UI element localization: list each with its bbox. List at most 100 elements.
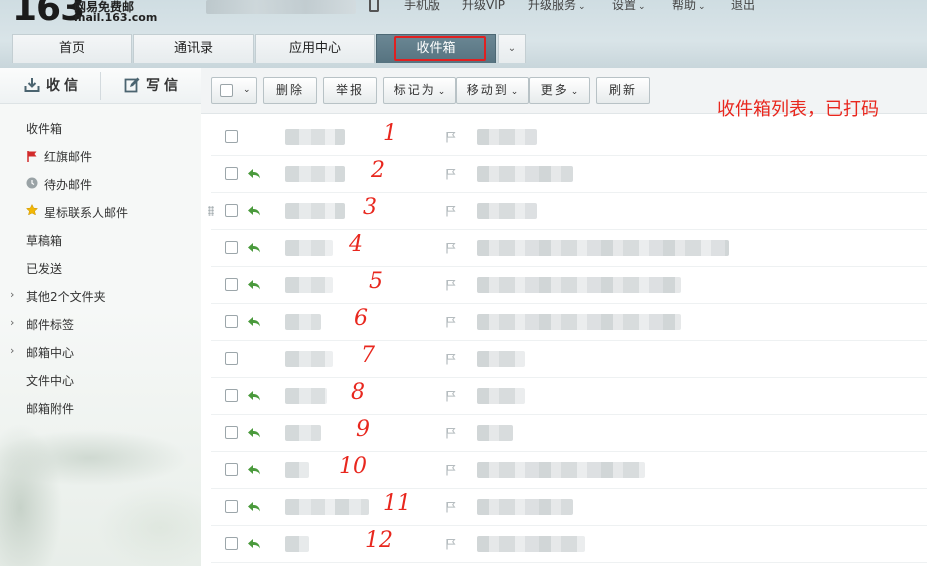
mail-checkbox[interactable] [225, 130, 238, 143]
mail-checkbox[interactable] [225, 537, 238, 550]
subject-redacted[interactable] [477, 425, 513, 441]
flag-outline-icon[interactable] [445, 131, 457, 143]
topnav-upgrade-vip[interactable]: 升级VIP [462, 0, 505, 13]
mail-checkbox[interactable] [225, 315, 238, 328]
chevron-right-icon[interactable]: › [10, 288, 14, 301]
mail-row[interactable]: 6 [211, 304, 927, 341]
tab-home[interactable]: 首页 [12, 34, 132, 63]
mail-checkbox[interactable] [225, 389, 238, 402]
subject-redacted[interactable] [477, 462, 645, 478]
mail-checkbox[interactable] [225, 500, 238, 513]
mark-as-dropdown[interactable]: 标记为 ⌄ [383, 77, 456, 104]
mail-row[interactable]: 12 [211, 526, 927, 563]
mail-checkbox[interactable] [225, 352, 238, 365]
mail-row[interactable]: 2 [211, 156, 927, 193]
mobile-phone-icon[interactable] [369, 0, 379, 12]
sender-redacted[interactable] [285, 462, 309, 478]
mail-row[interactable]: 3 [208, 193, 927, 230]
mail-row[interactable]: 10 [211, 452, 927, 489]
topnav-logout[interactable]: 退出 [731, 0, 755, 13]
subject-redacted[interactable] [477, 203, 537, 219]
folder-sent[interactable]: 已发送 [26, 260, 62, 277]
flag-outline-icon[interactable] [445, 464, 457, 476]
subject-redacted[interactable] [477, 166, 573, 182]
folder-red-flag[interactable]: 红旗邮件 [44, 148, 92, 165]
mail-checkbox[interactable] [225, 167, 238, 180]
sender-redacted[interactable] [285, 240, 333, 256]
flag-outline-icon[interactable] [445, 205, 457, 217]
sender-redacted[interactable] [285, 203, 345, 219]
flag-outline-icon[interactable] [445, 538, 457, 550]
flag-outline-icon[interactable] [445, 501, 457, 513]
mail-row[interactable]: 4 [211, 230, 927, 267]
mail-row[interactable]: 1 [211, 119, 927, 156]
sender-redacted[interactable] [285, 277, 333, 293]
folder-mail-tags[interactable]: 邮件标签 [26, 316, 74, 333]
chevron-right-icon[interactable]: › [10, 344, 14, 357]
move-to-dropdown[interactable]: 移动到 ⌄ [456, 77, 529, 104]
logo-domain[interactable]: mail.163.com [74, 11, 157, 24]
topnav-settings[interactable]: 设置 ⌄ [612, 0, 646, 13]
sender-redacted[interactable] [285, 129, 345, 145]
flag-outline-icon[interactable] [445, 316, 457, 328]
folder-mailbox-center[interactable]: 邮箱中心 [26, 344, 74, 361]
flag-outline-icon[interactable] [445, 427, 457, 439]
mail-row[interactable]: 5 [211, 267, 927, 304]
mail-checkbox[interactable] [225, 426, 238, 439]
flag-outline-icon[interactable] [445, 242, 457, 254]
folder-drafts[interactable]: 草稿箱 [26, 232, 62, 249]
select-all-dropdown[interactable]: ⌄ [211, 77, 257, 104]
sender-redacted[interactable] [285, 425, 321, 441]
select-all-checkbox[interactable] [220, 84, 233, 97]
mail-checkbox[interactable] [225, 241, 238, 254]
flag-outline-icon[interactable] [445, 168, 457, 180]
folder-todo[interactable]: 待办邮件 [44, 176, 92, 193]
folder-inbox[interactable]: 收件箱 [26, 120, 62, 137]
mail-row[interactable]: 7 [211, 341, 927, 378]
redaction-annotation: 收件箱列表，已打码 [717, 99, 879, 120]
folder-file-center[interactable]: 文件中心 [26, 372, 74, 389]
flag-outline-icon[interactable] [445, 279, 457, 291]
mail-row[interactable]: 9 [211, 415, 927, 452]
user-account-blurred[interactable] [206, 0, 356, 14]
sender-redacted[interactable] [285, 166, 345, 182]
sender-redacted[interactable] [285, 388, 327, 404]
folder-other[interactable]: 其他2个文件夹 [26, 288, 106, 305]
subject-redacted[interactable] [477, 277, 681, 293]
sender-redacted[interactable] [285, 499, 369, 515]
sender-redacted[interactable] [285, 351, 333, 367]
delete-button[interactable]: 删除 [263, 77, 317, 104]
mail-row[interactable]: 8 [211, 378, 927, 415]
flag-outline-icon[interactable] [445, 353, 457, 365]
subject-redacted[interactable] [477, 536, 585, 552]
more-dropdown[interactable]: 更多 ⌄ [529, 77, 590, 104]
row-number-annotation: 3 [363, 195, 377, 220]
tab-app-center[interactable]: 应用中心 [255, 34, 375, 63]
mail-row[interactable]: 11 [211, 489, 927, 526]
flag-outline-icon[interactable] [445, 390, 457, 402]
subject-redacted[interactable] [477, 314, 681, 330]
mail-checkbox[interactable] [225, 278, 238, 291]
sender-redacted[interactable] [285, 536, 309, 552]
report-button[interactable]: 举报 [323, 77, 377, 104]
refresh-button[interactable]: 刷新 [596, 77, 650, 104]
folder-attachments[interactable]: 邮箱附件 [26, 400, 74, 417]
topnav-upgrade-service[interactable]: 升级服务 ⌄ [528, 0, 586, 13]
folder-starred-contacts[interactable]: 星标联系人邮件 [44, 204, 128, 221]
topnav-help[interactable]: 帮助 ⌄ [672, 0, 706, 13]
mail-checkbox[interactable] [225, 463, 238, 476]
receive-button[interactable]: 收信 [24, 68, 82, 104]
subject-redacted[interactable] [477, 240, 729, 256]
tab-more-button[interactable]: ⌄ [498, 34, 526, 63]
subject-redacted[interactable] [477, 388, 525, 404]
chevron-right-icon[interactable]: › [10, 316, 14, 329]
mail-checkbox[interactable] [225, 204, 238, 217]
topnav-mobile[interactable]: 手机版 [404, 0, 440, 13]
subject-redacted[interactable] [477, 351, 525, 367]
subject-redacted[interactable] [477, 499, 573, 515]
subject-redacted[interactable] [477, 129, 537, 145]
sender-redacted[interactable] [285, 314, 321, 330]
drag-handle-icon[interactable] [208, 206, 214, 216]
tab-contacts[interactable]: 通讯录 [133, 34, 254, 63]
compose-button[interactable]: 写信 [124, 68, 182, 104]
